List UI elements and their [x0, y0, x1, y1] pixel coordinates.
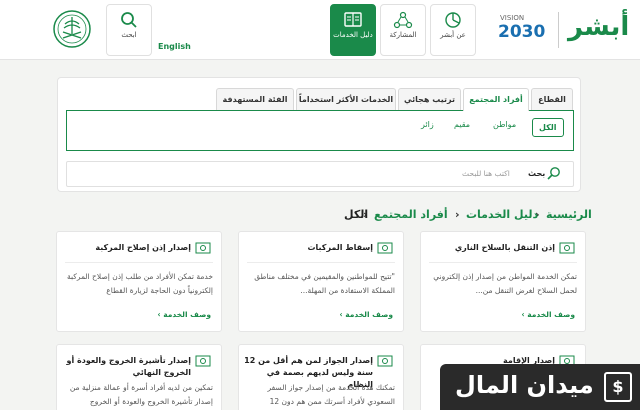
network-icon: [393, 11, 413, 29]
breadcrumb-community[interactable]: أفراد المجتمع: [374, 208, 448, 221]
search-button-label: ابحث: [121, 31, 137, 39]
book-icon: [344, 12, 362, 27]
breadcrumb-current: الكل: [344, 208, 369, 221]
service-card-description: "تتيح للمواطنين والمقيمين في مختلف مناطق…: [254, 272, 395, 295]
service-card-title: إسقاط المركبات: [307, 243, 373, 252]
services-guide-button[interactable]: دليل الخدمات: [330, 4, 376, 56]
service-card-description: تمكنك هذه الخدمة من إصدار جواز السفر الس…: [267, 383, 396, 406]
service-card[interactable]: إسقاط المركبات "تتيح للمواطنين والمقيمين…: [238, 231, 404, 332]
service-card-description: خدمة تمكن الأفراد من طلب إذن إصلاح المرك…: [66, 272, 213, 295]
service-description-link[interactable]: وصف الخدمة ›: [340, 310, 393, 319]
service-icon: [377, 242, 393, 254]
service-icon: [195, 242, 211, 254]
service-icon: [377, 355, 393, 367]
breadcrumb-separator: ›: [455, 208, 460, 221]
service-icon: [559, 242, 575, 254]
service-description-link[interactable]: وصف الخدمة ›: [158, 310, 211, 319]
filter-resident[interactable]: مقيم: [454, 120, 470, 129]
service-card-title: إصدار إذن إصلاح المركبة: [95, 243, 191, 252]
vision-label: VISION: [500, 14, 525, 22]
dollar-icon: $: [604, 372, 632, 402]
card-divider: [65, 262, 213, 263]
saudi-emblem-icon: [53, 10, 91, 48]
participation-button[interactable]: المشاركة: [380, 4, 426, 56]
search-field-label: بحث: [528, 169, 546, 178]
filter-visitor[interactable]: زائر: [421, 120, 434, 129]
service-card-description: تمكن الخدمة المواطن من إصدار إذن إلكترون…: [433, 272, 577, 295]
service-card[interactable]: إصدار إذن إصلاح المركبة خدمة تمكن الأفرا…: [56, 231, 222, 332]
service-card[interactable]: إصدار الجواز لمن هم أقل من 12 سنة وليس ل…: [238, 344, 404, 410]
logo-divider: [558, 12, 559, 48]
participation-label: المشاركة: [389, 31, 417, 39]
absher-logo-text: أبشر: [568, 12, 630, 42]
service-card[interactable]: إصدار تأشيرة الخروج والعودة أو الخروج ال…: [56, 344, 222, 410]
absher-vision-logo: VISION 2030 أبشر: [496, 6, 632, 54]
about-absher-label: عن أبشر: [440, 31, 466, 39]
watermark-icon-glyph: $: [612, 377, 624, 396]
language-switch-link[interactable]: English: [158, 42, 191, 51]
service-card-title: إذن التنقل بالسلاح الناري: [454, 243, 555, 252]
tab-alphabetical[interactable]: ترتيب هجائي: [398, 88, 461, 110]
filter-all[interactable]: الكل: [532, 118, 564, 137]
service-icon: [195, 355, 211, 367]
tab-sector[interactable]: القطاع: [531, 88, 573, 110]
breadcrumb-home[interactable]: الرئيسية: [546, 208, 592, 221]
watermark-text: ميدان المال: [455, 371, 594, 399]
search-services-icon[interactable]: [546, 166, 562, 182]
card-divider: [247, 262, 395, 263]
service-card-title: إصدار تأشيرة الخروج والعودة أو الخروج ال…: [66, 356, 191, 377]
search-placeholder: اكتب هنا للبحث: [462, 169, 510, 178]
tab-target-group[interactable]: الفئة المستهدفة: [216, 88, 294, 110]
filter-options-box: [66, 110, 574, 151]
tab-most-used[interactable]: الخدمات الأكثر استخداماً: [296, 88, 396, 110]
service-description-link[interactable]: وصف الخدمة ›: [522, 310, 575, 319]
tab-community-members[interactable]: أفراد المجتمع: [463, 88, 529, 111]
about-absher-button[interactable]: عن أبشر: [430, 4, 476, 56]
services-guide-label: دليل الخدمات: [333, 31, 373, 39]
vision-year: 2030: [498, 22, 546, 42]
filter-citizen[interactable]: مواطن: [493, 120, 516, 129]
card-divider: [429, 262, 577, 263]
search-icon: [121, 12, 137, 28]
breadcrumb-services-guide[interactable]: دليل الخدمات: [466, 208, 538, 221]
header-search-button[interactable]: ابحث: [106, 4, 152, 56]
service-card[interactable]: إذن التنقل بالسلاح الناري تمكن الخدمة ال…: [420, 231, 586, 332]
pie-chart-icon: [445, 12, 461, 28]
service-card-description: تمكين من لديه أفراد أسرة أو عمالة منزلية…: [69, 383, 213, 406]
